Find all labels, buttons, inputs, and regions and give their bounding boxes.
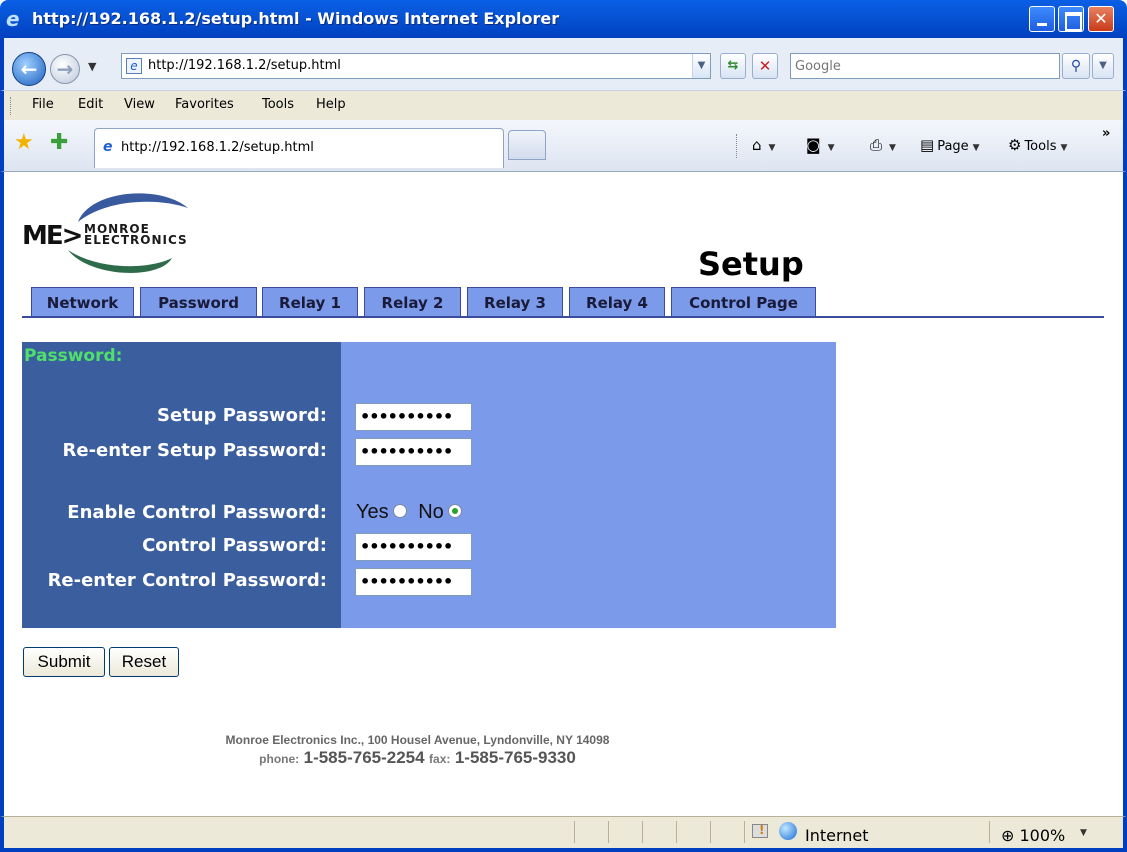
reset-button[interactable]: Reset	[109, 647, 179, 677]
maximize-button[interactable]	[1058, 6, 1084, 32]
search-icon: ⚲	[1070, 58, 1082, 74]
command-bar-grip	[736, 134, 738, 158]
zoom-icon: ⊕	[1001, 826, 1015, 845]
search-input[interactable]	[795, 57, 1055, 75]
feeds-button[interactable]: ◙ ▼	[806, 136, 834, 154]
window-title: http://192.168.1.2/setup.html - Windows …	[32, 9, 560, 28]
menu-favorites[interactable]: Favorites	[175, 97, 234, 112]
browser-tab-active[interactable]: e http://192.168.1.2/setup.html	[94, 128, 504, 168]
forward-arrow-icon: →	[56, 57, 74, 81]
page-title: Setup	[698, 245, 804, 283]
print-button[interactable]: ⎙ ▼	[870, 136, 896, 154]
logo-line2: ELECTRONICS	[84, 233, 188, 247]
yes-radio[interactable]	[392, 504, 407, 519]
setup-password-label: Setup Password:	[157, 405, 327, 426]
menu-view[interactable]: View	[124, 97, 155, 112]
toolbar-grip[interactable]	[10, 97, 12, 115]
zoom-value: 100%	[1019, 826, 1066, 845]
footer-contact: phone: 1-585-765-2254 fax: 1-585-765-933…	[0, 748, 835, 768]
page-icon: e	[126, 58, 142, 74]
tab-password[interactable]: Password	[140, 287, 257, 317]
minimize-icon	[1030, 7, 1054, 31]
no-label: No	[418, 501, 444, 523]
phone-number: 1-585-765-2254	[303, 748, 425, 767]
logo-mark-icon: ME>	[22, 221, 83, 251]
internet-zone-icon	[779, 822, 797, 840]
home-button[interactable]: ⌂ ▼	[752, 136, 775, 154]
recent-pages-dropdown-icon[interactable]: ▼	[88, 60, 96, 73]
fax-number: 1-585-765-9330	[454, 748, 576, 767]
browser-tab-title: http://192.168.1.2/setup.html	[121, 140, 314, 155]
phone-label: phone:	[259, 752, 300, 766]
refresh-button[interactable]: ⇆	[720, 53, 746, 79]
menu-tools[interactable]: Tools	[262, 97, 294, 112]
control-password-field[interactable]: ••••••••••	[355, 533, 472, 561]
footer-address: Monroe Electronics Inc., 100 Housel Aven…	[225, 733, 610, 747]
menu-help[interactable]: Help	[316, 97, 346, 112]
tools-menu-label: Tools	[1024, 139, 1057, 154]
refresh-icon: ⇆	[727, 58, 739, 73]
reenter-setup-password-label: Re-enter Setup Password:	[62, 440, 328, 461]
reenter-setup-password-field[interactable]: ••••••••••	[355, 438, 472, 466]
add-favorite-icon[interactable]: ✚	[50, 130, 68, 155]
print-icon: ⎙	[870, 136, 883, 154]
search-button[interactable]: ⚲	[1062, 53, 1090, 79]
page-menu-button[interactable]: ▤ Page ▼	[920, 136, 980, 154]
control-password-label: Control Password:	[142, 535, 327, 556]
page-menu-icon: ▤	[920, 136, 935, 154]
menu-file[interactable]: File	[32, 97, 54, 112]
enable-control-password-options: Yes No	[356, 501, 468, 524]
reenter-control-password-label: Re-enter Control Password:	[47, 570, 327, 591]
close-icon: ✕	[1094, 9, 1108, 28]
favorites-center-icon[interactable]: ★	[14, 130, 34, 155]
security-warning-icon[interactable]	[752, 823, 768, 838]
menu-edit[interactable]: Edit	[78, 97, 103, 112]
tools-menu-button[interactable]: ⚙ Tools ▼	[1008, 136, 1067, 154]
address-dropdown-button[interactable]: ▼	[692, 54, 710, 78]
tab-relay-2[interactable]: Relay 2	[364, 287, 461, 317]
close-button[interactable]: ✕	[1088, 6, 1114, 32]
tab-network[interactable]: Network	[31, 287, 134, 317]
window-titlebar[interactable]: e http://192.168.1.2/setup.html - Window…	[0, 0, 1127, 38]
status-bar	[0, 816, 1127, 852]
search-options-button[interactable]: ▼	[1092, 53, 1114, 79]
gear-icon: ⚙	[1008, 136, 1022, 154]
tab-relay-4[interactable]: Relay 4	[569, 287, 665, 317]
stop-button[interactable]: ✕	[752, 53, 778, 79]
address-field[interactable]: e http://192.168.1.2/setup.html ▼	[121, 53, 711, 79]
tab-underline	[22, 316, 1104, 318]
forward-button[interactable]: →	[50, 54, 80, 84]
back-button[interactable]: ←	[12, 52, 46, 86]
more-commands-icon[interactable]: »	[1102, 126, 1110, 141]
security-zone[interactable]: Internet	[805, 826, 869, 845]
tab-relay-3[interactable]: Relay 3	[467, 287, 563, 317]
ie-logo-icon: e	[6, 7, 20, 31]
tab-control-page[interactable]: Control Page	[671, 287, 816, 317]
minimize-button[interactable]	[1029, 6, 1055, 32]
new-tab-button[interactable]	[508, 130, 546, 160]
tab-page-icon: e	[103, 139, 113, 155]
address-value: http://192.168.1.2/setup.html	[148, 58, 341, 73]
feeds-icon: ◙	[806, 136, 821, 154]
yes-label: Yes	[356, 501, 389, 523]
home-icon: ⌂	[752, 136, 762, 154]
back-arrow-icon: ←	[20, 57, 38, 81]
stop-icon: ✕	[758, 57, 772, 75]
tab-relay-1[interactable]: Relay 1	[262, 287, 358, 317]
maximize-icon	[1059, 7, 1083, 31]
zoom-dropdown-icon[interactable]: ▼	[1080, 828, 1087, 838]
menu-bar: File Edit View Favorites Tools Help	[0, 90, 1127, 120]
enable-control-password-label: Enable Control Password:	[67, 502, 327, 523]
section-title: Password:	[24, 346, 123, 366]
submit-button[interactable]: Submit	[23, 647, 105, 677]
setup-password-field[interactable]: ••••••••••	[355, 403, 472, 431]
zoom-level[interactable]: ⊕ 100%	[1001, 826, 1065, 845]
search-field[interactable]	[790, 53, 1060, 79]
no-radio[interactable]	[447, 504, 462, 519]
reenter-control-password-field[interactable]: ••••••••••	[355, 568, 472, 596]
fax-label: fax:	[429, 752, 451, 766]
page-menu-label: Page	[937, 139, 969, 154]
